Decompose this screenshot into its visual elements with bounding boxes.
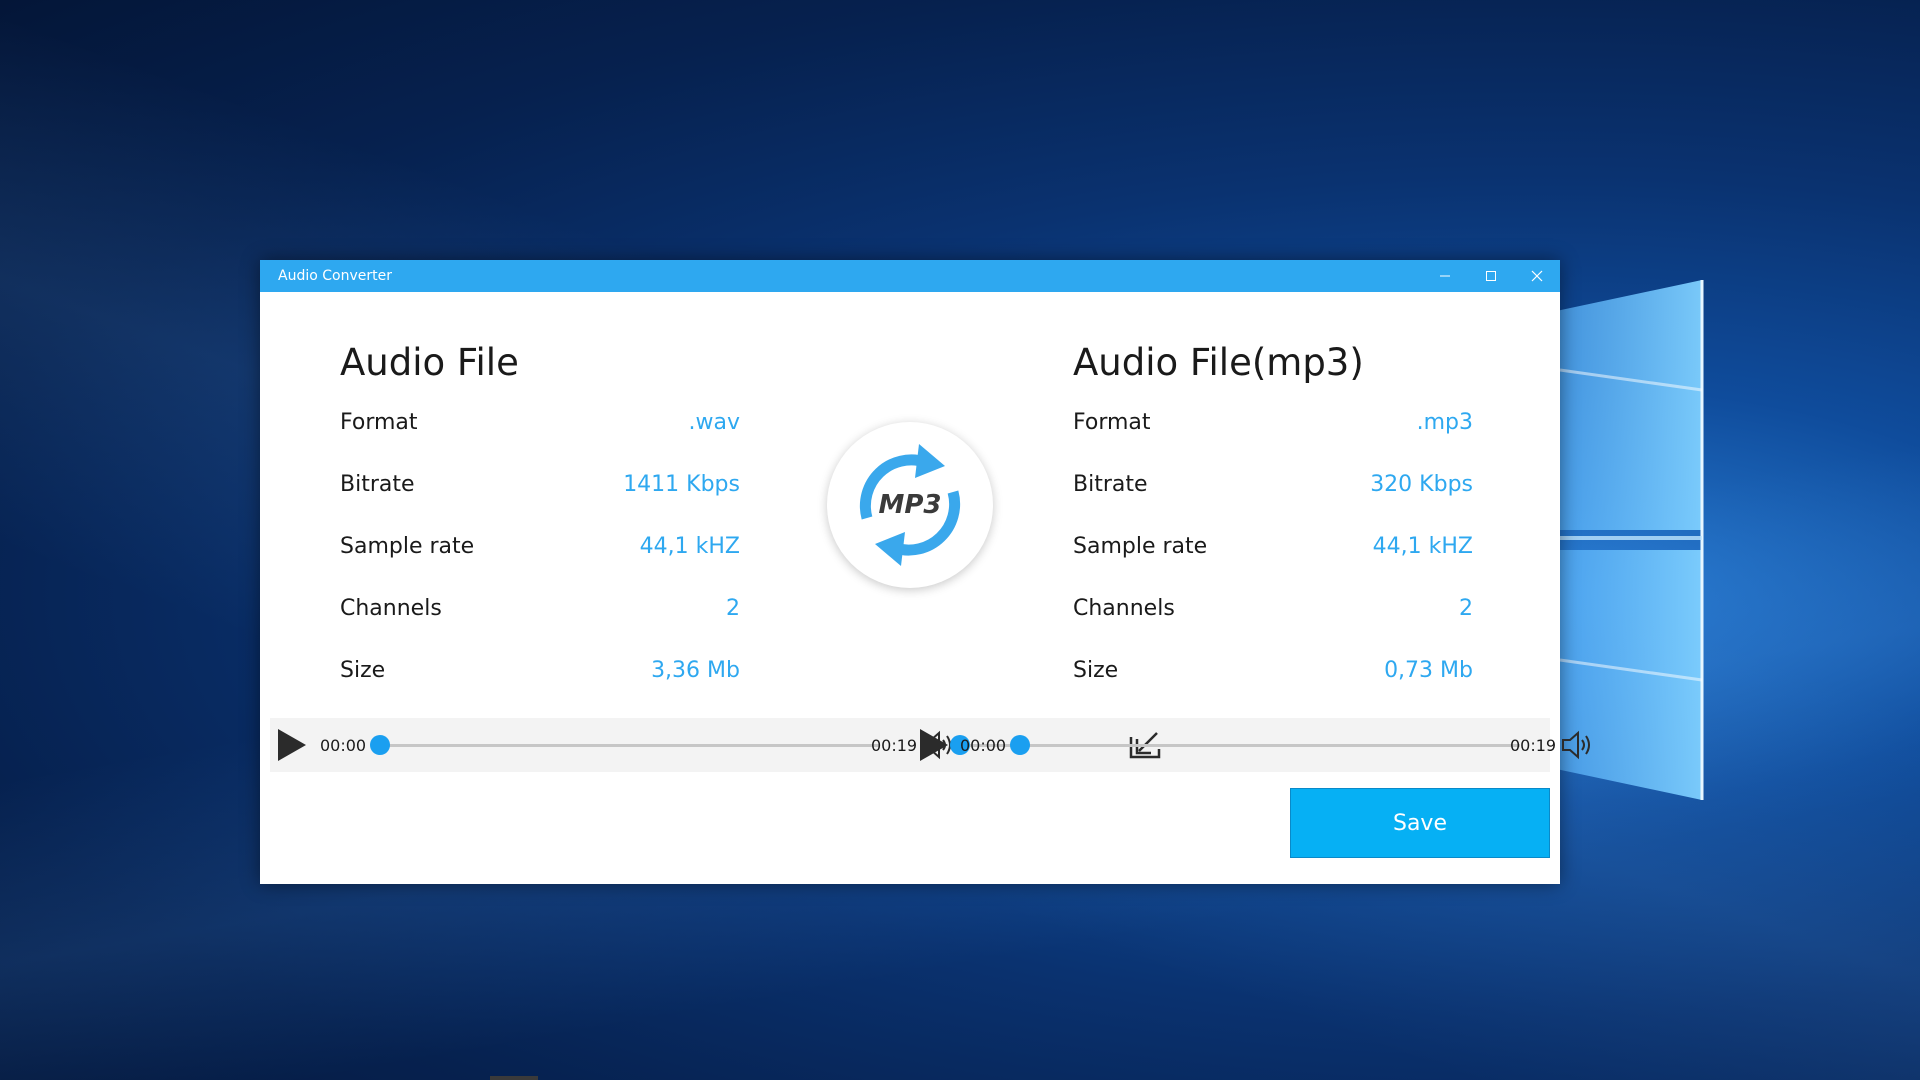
minimize-button[interactable] — [1422, 260, 1468, 292]
row-value: .mp3 — [1416, 410, 1473, 435]
row-label: Sample rate — [340, 534, 475, 559]
target-total-time: 00:19 — [1510, 735, 1557, 755]
source-row-sample-rate: Sample rate 44,1 kHZ — [340, 534, 740, 596]
target-row-bitrate: Bitrate 320 Kbps — [1073, 472, 1473, 534]
save-button[interactable]: Save — [1290, 788, 1550, 858]
title-bar[interactable]: Audio Converter — [260, 260, 1560, 292]
mp3-convert-logo: MP3 — [827, 422, 993, 588]
close-icon — [1531, 270, 1543, 282]
target-current-time: 00:00 — [960, 735, 1007, 755]
target-row-size: Size 0,73 Mb — [1073, 658, 1473, 720]
source-heading: Audio File — [340, 341, 519, 384]
target-file-panel: Audio File(mp3) Format .mp3 Bitrate 320 Kb… — [1073, 338, 1473, 720]
row-value: 44,1 kHZ — [639, 534, 740, 559]
row-value: 1411 Kbps — [623, 472, 740, 497]
maximize-button[interactable] — [1468, 260, 1514, 292]
target-volume-button[interactable] — [1560, 718, 1594, 772]
row-value: 44,1 kHZ — [1372, 534, 1473, 559]
row-value: 320 Kbps — [1370, 472, 1473, 497]
target-row-sample-rate: Sample rate 44,1 kHZ — [1073, 534, 1473, 596]
row-label: Format — [1073, 410, 1151, 435]
row-value: .wav — [688, 410, 741, 435]
row-value: 2 — [726, 596, 740, 621]
play-icon — [920, 729, 948, 761]
row-value: 3,36 Mb — [651, 658, 740, 683]
minimize-icon — [1440, 275, 1450, 277]
row-label: Channels — [1073, 596, 1175, 621]
source-file-panel: Audio File Format .wav Bitrate 1411 Kbps S… — [340, 338, 740, 720]
row-value: 2 — [1459, 596, 1473, 621]
row-label: Channels — [340, 596, 442, 621]
source-row-size: Size 3,36 Mb — [340, 658, 740, 720]
row-value: 0,73 Mb — [1384, 658, 1473, 683]
target-row-format: Format .mp3 — [1073, 410, 1473, 472]
window-title: Audio Converter — [278, 268, 392, 284]
target-seek-slider[interactable] — [1010, 735, 1520, 755]
play-button-target-icon[interactable] — [918, 718, 950, 772]
source-row-format: Format .wav — [340, 410, 740, 472]
row-label: Size — [340, 658, 386, 683]
row-label: Size — [1073, 658, 1119, 683]
row-label: Sample rate — [1073, 534, 1208, 559]
close-button[interactable] — [1514, 260, 1560, 292]
target-row-channels: Channels 2 — [1073, 596, 1473, 658]
row-label: Bitrate — [1073, 472, 1148, 497]
maximize-icon — [1486, 271, 1496, 281]
taskbar-indicator — [490, 1076, 538, 1080]
speaker-volume-icon — [1562, 730, 1590, 760]
target-player-controls: 00:00 00:19 — [270, 718, 1590, 772]
logo-text: MP3 — [878, 490, 942, 520]
row-label: Format — [340, 410, 418, 435]
target-heading: Audio File(mp3) — [1073, 341, 1364, 384]
app-window: Audio Converter Audio File Format .wav Bi… — [260, 260, 1560, 884]
source-row-bitrate: Bitrate 1411 Kbps — [340, 472, 740, 534]
source-row-channels: Channels 2 — [340, 596, 740, 658]
row-label: Bitrate — [340, 472, 415, 497]
slider-thumb[interactable] — [1010, 735, 1030, 755]
